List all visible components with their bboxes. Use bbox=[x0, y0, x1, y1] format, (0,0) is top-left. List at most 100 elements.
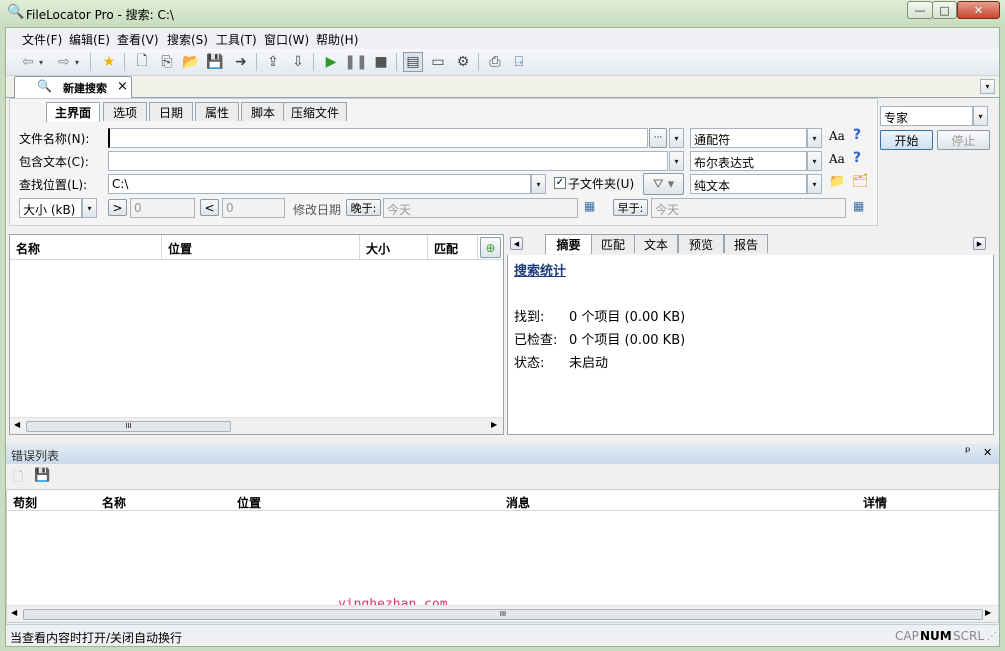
new-document-icon[interactable]: 🗋 bbox=[132, 52, 152, 72]
contains-mode-select[interactable]: 布尔表达式 bbox=[690, 151, 807, 171]
clear-errors-icon[interactable]: 🗋 bbox=[13, 468, 23, 490]
column-message[interactable]: 消息 bbox=[506, 494, 530, 511]
tab-contents[interactable]: 文本 bbox=[634, 234, 678, 253]
filename-mode-dropdown[interactable]: ▾ bbox=[807, 128, 822, 148]
tab-script[interactable]: 脚本 bbox=[241, 102, 285, 121]
column-hits[interactable]: 匹配 bbox=[428, 235, 478, 259]
start-button[interactable]: 开始 bbox=[880, 130, 933, 150]
column-details[interactable]: 详情 bbox=[863, 494, 887, 511]
add-column-icon[interactable]: ⊕ bbox=[480, 237, 501, 258]
column-size[interactable]: 大小 bbox=[360, 235, 428, 259]
column-location[interactable]: 位置 bbox=[237, 494, 261, 511]
size-unit-select[interactable]: 大小 (kB) bbox=[19, 198, 82, 218]
save-icon[interactable]: 💾 bbox=[205, 52, 225, 72]
tab-attributes[interactable]: 属性 bbox=[195, 102, 239, 121]
maximize-button[interactable]: □ bbox=[932, 1, 957, 19]
size-less-button[interactable]: < bbox=[200, 199, 219, 216]
favorites-star-icon[interactable]: ★ bbox=[99, 52, 119, 72]
folder-icon[interactable]: 📁 bbox=[829, 174, 845, 189]
size-max-input[interactable]: 0 bbox=[222, 198, 285, 218]
copy-document-icon[interactable]: ⎘ bbox=[157, 52, 177, 72]
forward-dropdown-icon[interactable]: ▾ bbox=[72, 52, 82, 72]
export-icon[interactable]: ➜ bbox=[231, 52, 251, 72]
forward-icon[interactable]: ⇨ bbox=[54, 52, 74, 72]
properties-icon[interactable]: ⚙ bbox=[453, 52, 473, 72]
menu-edit[interactable]: 编辑(E) bbox=[69, 31, 110, 48]
column-name[interactable]: 名称 bbox=[10, 235, 162, 259]
mode-select[interactable]: 专家 bbox=[880, 106, 973, 126]
tabs-scroll-right-icon[interactable]: ▶ bbox=[973, 237, 986, 250]
menu-view[interactable]: 查看(V) bbox=[117, 31, 159, 48]
look-in-mode-select[interactable]: 纯文本 bbox=[690, 174, 807, 194]
error-horizontal-scrollbar[interactable]: ◀ III ▶ bbox=[7, 605, 998, 622]
look-in-input[interactable]: C:\ bbox=[108, 174, 531, 194]
column-location[interactable]: 位置 bbox=[162, 235, 360, 259]
results-horizontal-scrollbar[interactable]: ◀ III ▶ bbox=[10, 417, 503, 434]
pause-icon[interactable]: ❚❚ bbox=[344, 52, 367, 72]
contains-history-dropdown[interactable]: ▾ bbox=[669, 151, 684, 171]
scroll-left-icon[interactable]: ◀ bbox=[11, 608, 17, 617]
back-icon[interactable]: ⇦ bbox=[18, 52, 38, 72]
scroll-thumb[interactable]: III bbox=[26, 421, 231, 432]
size-greater-button[interactable]: > bbox=[108, 199, 127, 216]
page-up-icon[interactable]: ⇪ bbox=[263, 52, 283, 72]
case-sensitive-icon[interactable]: Aa bbox=[829, 129, 845, 143]
mode-dropdown[interactable]: ▾ bbox=[973, 106, 988, 126]
print-icon[interactable]: ⎙ bbox=[485, 52, 505, 72]
close-button[interactable]: ✕ bbox=[957, 1, 1000, 19]
case-sensitive-icon[interactable]: Aa bbox=[829, 152, 845, 166]
tab-hits[interactable]: 匹配 bbox=[591, 234, 635, 253]
scroll-right-icon[interactable]: ▶ bbox=[985, 608, 991, 617]
size-unit-dropdown[interactable]: ▾ bbox=[82, 198, 97, 218]
calendar-icon[interactable]: ▦ bbox=[853, 199, 864, 213]
stop-icon[interactable]: ■ bbox=[371, 52, 391, 72]
filename-history-dropdown[interactable]: ▾ bbox=[669, 128, 684, 148]
size-min-input[interactable]: 0 bbox=[130, 198, 195, 218]
error-list-close-icon[interactable]: ✕ bbox=[983, 446, 992, 459]
tab-close-icon[interactable]: × bbox=[117, 79, 128, 94]
contains-mode-dropdown[interactable]: ▾ bbox=[807, 151, 822, 171]
tabs-scroll-left-icon[interactable]: ◀ bbox=[510, 237, 523, 250]
page-down-icon[interactable]: ⇩ bbox=[288, 52, 308, 72]
scroll-thumb[interactable]: III bbox=[23, 609, 983, 620]
menu-help[interactable]: 帮助(H) bbox=[316, 31, 358, 48]
filename-mode-select[interactable]: 通配符 bbox=[690, 128, 807, 148]
help-icon[interactable]: ? bbox=[853, 127, 861, 143]
look-in-dropdown[interactable]: ▾ bbox=[531, 174, 546, 194]
tab-preview[interactable]: 预览 bbox=[678, 234, 724, 253]
after-date-input[interactable]: 今天 bbox=[383, 198, 578, 218]
open-folder-icon[interactable]: 📂 bbox=[181, 52, 201, 72]
window-icon[interactable]: ▭ bbox=[428, 52, 448, 72]
minimize-button[interactable]: — bbox=[907, 1, 933, 19]
filter-button[interactable]: ⛛ ▾ bbox=[643, 173, 684, 195]
tab-main[interactable]: 主界面 bbox=[46, 102, 100, 122]
before-date-input[interactable]: 今天 bbox=[651, 198, 846, 218]
save-errors-icon[interactable]: 💾 bbox=[34, 468, 50, 483]
menu-search[interactable]: 搜索(S) bbox=[167, 31, 208, 48]
help-icon[interactable]: ? bbox=[853, 150, 861, 166]
tab-report[interactable]: 报告 bbox=[724, 234, 768, 253]
menu-tools[interactable]: 工具(T) bbox=[216, 31, 257, 48]
after-button[interactable]: 晚于: bbox=[346, 199, 381, 216]
resize-grip-icon[interactable]: ⋰ bbox=[987, 631, 997, 642]
tab-summary[interactable]: 摘要 bbox=[545, 234, 592, 254]
look-in-mode-dropdown[interactable]: ▾ bbox=[807, 174, 822, 194]
scroll-right-icon[interactable]: ▶ bbox=[491, 420, 497, 429]
filename-input[interactable] bbox=[108, 128, 648, 148]
pin-icon[interactable]: ᵖ bbox=[965, 445, 971, 460]
play-icon[interactable]: ▶ bbox=[321, 52, 341, 72]
menu-window[interactable]: 窗口(W) bbox=[264, 31, 309, 48]
filename-browse-button[interactable]: ··· bbox=[649, 128, 667, 148]
exit-door-icon[interactable]: ⍈ bbox=[509, 52, 529, 72]
folders-icon[interactable]: 🗂 bbox=[852, 174, 869, 189]
before-button[interactable]: 早于: bbox=[613, 199, 648, 216]
column-name[interactable]: 名称 bbox=[102, 494, 126, 511]
menu-file[interactable]: 文件(F) bbox=[22, 31, 62, 48]
column-time[interactable]: 苟刻 bbox=[13, 494, 37, 511]
scroll-left-icon[interactable]: ◀ bbox=[14, 420, 20, 429]
subfolders-checkbox[interactable]: ✓ bbox=[554, 177, 566, 189]
tab-new-search[interactable]: 🔍 新建搜索 × bbox=[14, 76, 132, 99]
contains-text-input[interactable] bbox=[108, 151, 668, 171]
stop-button[interactable]: 停止 bbox=[937, 130, 990, 150]
layout-panel-icon[interactable]: ▤ bbox=[403, 52, 423, 72]
